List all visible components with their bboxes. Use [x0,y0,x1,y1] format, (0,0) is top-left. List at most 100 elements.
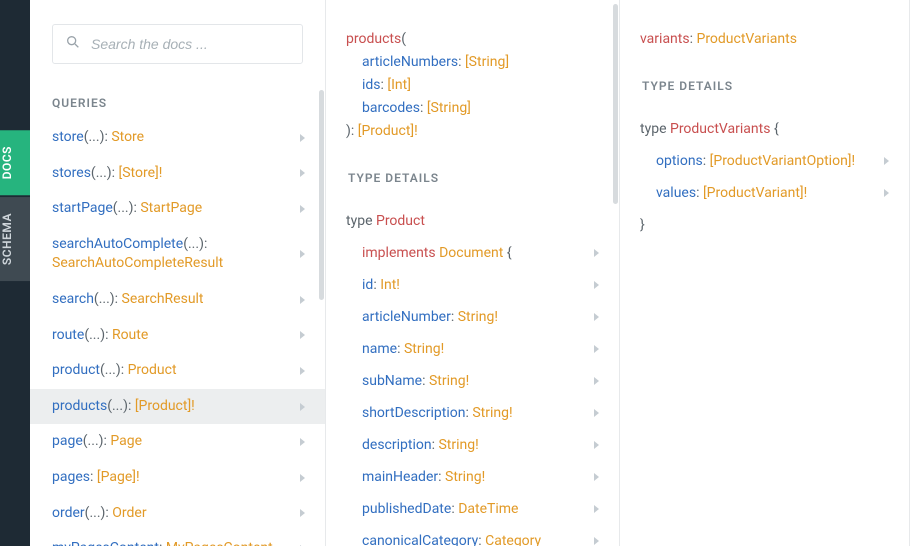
query-name: pages [52,469,90,485]
queries-heading: QUERIES [30,82,325,120]
type-details-heading: TYPE DETAILS [326,157,619,195]
chevron-right-icon [300,134,305,142]
query-args: (...): [91,165,119,181]
type-field[interactable]: subName: String! [326,365,619,397]
chevron-right-icon [300,331,305,339]
query-item[interactable]: stores(...): [Store]! [30,156,325,192]
type-name: Product [376,213,425,229]
query-name: product [52,362,100,378]
type-field[interactable]: shortDescription: String! [326,397,619,429]
arg-type: [Int] [387,77,411,93]
field-type: String! [458,309,498,325]
field-type: String! [429,373,469,389]
open-brace: { [774,121,779,137]
query-item[interactable]: store(...): Store [30,120,325,156]
field-name: name [362,341,397,357]
query-item[interactable]: order(...): Order [30,496,325,532]
arg-name: articleNumbers [362,54,458,70]
type-field[interactable]: options: [ProductVariantOption]! [620,145,909,177]
query-name: stores [52,165,91,181]
type-field[interactable]: articleNumber: String! [326,301,619,333]
query-name: products [52,398,107,414]
search-box[interactable] [52,24,303,64]
queries-list: store(...): Storestores(...): [Store]!st… [30,120,325,546]
field-type: String! [445,469,485,485]
field-type: [ProductVariantOption]! [710,153,855,169]
type-field[interactable]: id: Int! [326,269,619,301]
query-item[interactable]: route(...): Route [30,318,325,354]
signature-return-type: [Product]! [358,123,418,139]
type-field[interactable]: mainHeader: String! [326,461,619,493]
query-args: : [159,540,166,546]
chevron-right-icon [300,403,305,411]
query-name: page [52,433,83,449]
type-keyword: type [640,121,667,137]
implements-type: Document [439,245,503,261]
close-brace-line: } [620,209,909,241]
field-name: description [362,437,432,453]
field-name: mainHeader [362,469,438,485]
type-field[interactable]: values: [ProductVariant]! [620,177,909,209]
arg-type: [String] [465,54,509,70]
query-item[interactable]: startPage(...): StartPage [30,191,325,227]
colon: : [696,185,703,201]
search-input[interactable] [91,36,290,52]
chevron-right-icon [300,509,305,517]
implements-line[interactable]: implements Document { [326,237,619,269]
colon: : [438,469,445,485]
chevron-right-icon [594,505,599,513]
field-type: String! [438,437,478,453]
tab-schema[interactable]: SCHEMA [0,197,30,281]
type-field[interactable]: canonicalCategory: Category [326,525,619,546]
query-type: Store [111,129,144,145]
field-name: options [656,153,703,169]
query-name: order [52,505,85,521]
right-type-heading: TYPE DETAILS [620,65,909,103]
query-item[interactable]: products(...): [Product]! [30,389,325,425]
query-name: route [52,327,84,343]
query-item[interactable]: searchAutoComplete(...): SearchAutoCompl… [30,227,325,282]
type-field[interactable]: name: String! [326,333,619,365]
arg-type: [String] [427,100,471,116]
colon: : [422,373,429,389]
chevron-right-icon [300,296,305,304]
paren-close: ): [346,123,354,139]
chevron-right-icon [594,537,599,545]
query-name: myPagesContent [52,540,159,546]
query-item[interactable]: myPagesContent: MyPagesContent [30,531,325,546]
open-brace: { [507,245,512,261]
field-name: shortDescription [362,405,465,421]
query-name: search [52,291,94,307]
close-brace: } [640,217,645,233]
chevron-right-icon [594,249,599,257]
field-name: publishedDate [362,501,451,517]
query-item[interactable]: product(...): Product [30,353,325,389]
signature-arg: barcodes: [String] [346,97,599,120]
chevron-right-icon [594,281,599,289]
type-field[interactable]: description: String! [326,429,619,461]
chevron-right-icon [300,205,305,213]
right-root: variants [640,31,690,47]
type-decl: type Product [326,205,619,237]
tab-docs[interactable]: DOCS [0,130,30,195]
query-item[interactable]: pages: [Page]! [30,460,325,496]
type-field[interactable]: publishedDate: DateTime [326,493,619,525]
chevron-right-icon [884,157,889,165]
signature-root: products [346,31,401,47]
chevron-right-icon [594,409,599,417]
field-name: articleNumber [362,309,451,325]
query-args: (...): [107,398,135,414]
chevron-right-icon [300,438,305,446]
field-name: subName [362,373,422,389]
query-type: MyPagesContent [166,540,273,546]
field-type: [ProductVariant]! [703,185,807,201]
type-keyword: type [346,213,373,229]
right-type-decl: type ProductVariants { [620,113,909,145]
query-type: SearchAutoCompleteResult [52,255,223,271]
right-signature: variants: ProductVariants [620,0,909,65]
signature-arg: articleNumbers: [String] [346,51,599,74]
query-type: [Product]! [135,398,195,414]
query-item[interactable]: page(...): Page [30,424,325,460]
colon: : [397,341,404,357]
query-item[interactable]: search(...): SearchResult [30,282,325,318]
